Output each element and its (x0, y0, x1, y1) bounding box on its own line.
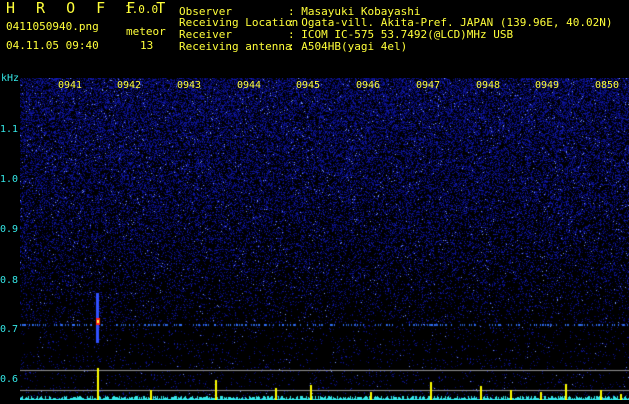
y-axis: 1.1 1.0 0.9 0.8 0.7 0.6 (0, 78, 20, 400)
info-label-antenna: Receiving antenna (179, 40, 292, 53)
filename: 0411050940.png (6, 20, 99, 33)
y-tick-label: 0.7 (0, 324, 19, 335)
x-tick-label: 0945 (296, 80, 321, 91)
x-tick-label: 0943 (177, 80, 202, 91)
datetime: 04.11.05 09:40 (6, 39, 99, 52)
meteor-label: meteor (126, 25, 166, 38)
x-tick-label: 0941 (58, 80, 83, 91)
y-tick-label: 0.8 (0, 275, 19, 286)
x-tick-label: 0944 (237, 80, 262, 91)
x-tick-label: 0946 (356, 80, 381, 91)
spectrogram: 0941 0942 0943 0944 0945 0946 0947 0948 … (20, 78, 629, 400)
info-value-antenna: : A504HB(yagi 4el) (288, 40, 408, 53)
x-tick-label: 0948 (476, 80, 501, 91)
y-tick-label: 1.1 (0, 124, 19, 135)
x-tick-label: 0949 (535, 80, 560, 91)
y-tick-label: 0.9 (0, 224, 19, 235)
x-tick-label: 0947 (416, 80, 441, 91)
meteor-count: 13 (140, 39, 154, 52)
app-version: 1.0.0 (125, 3, 159, 16)
x-tick-label: 0942 (117, 80, 142, 91)
x-tick-label: 0850 (595, 80, 620, 91)
spectrogram-canvas (20, 78, 629, 400)
y-tick-label: 0.6 (0, 374, 19, 385)
header-panel: H R O F F T 1.0.0 0411050940.png meteor … (0, 0, 629, 78)
y-tick-label: 1.0 (0, 174, 19, 185)
